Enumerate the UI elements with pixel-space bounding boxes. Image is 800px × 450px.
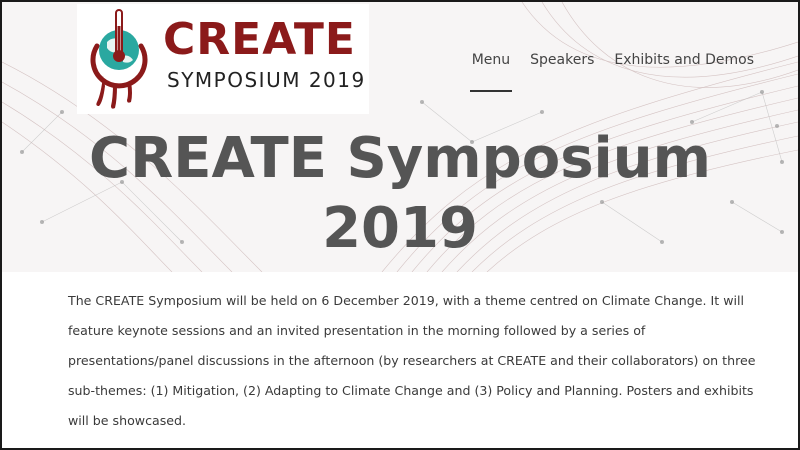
logo-subtitle: SYMPOSIUM 2019: [167, 68, 366, 92]
nav-item-menu[interactable]: Menu: [469, 52, 513, 92]
globe-thermometer-icon: [90, 9, 148, 109]
intro-paragraph: The CREATE Symposium will be held on 6 D…: [68, 293, 756, 428]
hero-banner: CREATE SYMPOSIUM 2019 Menu Speakers Exhi…: [2, 2, 798, 272]
main-nav: Menu Speakers Exhibits and Demos: [469, 52, 754, 92]
logo-wordmark: CREATE: [163, 14, 356, 65]
create-logo[interactable]: CREATE SYMPOSIUM 2019: [77, 4, 369, 114]
nav-item-speakers[interactable]: Speakers: [530, 52, 594, 68]
nav-item-exhibits-and-demos[interactable]: Exhibits and Demos: [614, 52, 754, 68]
page-title: CREATE Symposium 2019: [89, 126, 711, 261]
page-frame: CREATE SYMPOSIUM 2019 Menu Speakers Exhi…: [0, 0, 800, 450]
